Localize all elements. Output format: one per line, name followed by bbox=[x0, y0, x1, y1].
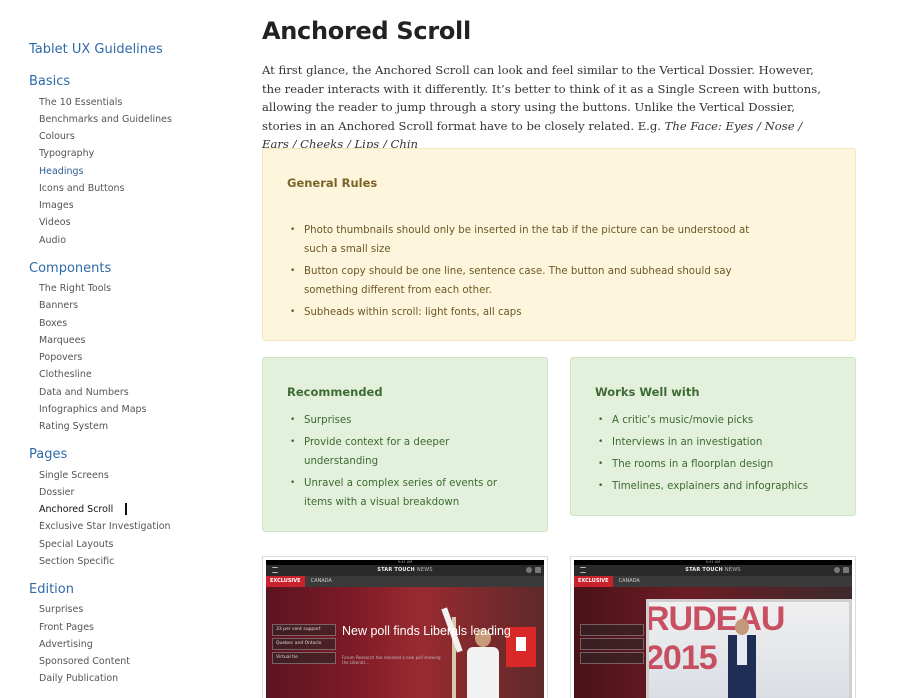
campaign-photo: RUDEAU 2015 bbox=[646, 599, 852, 698]
sidebar-item-colours[interactable]: Colours bbox=[39, 131, 75, 142]
hero-photo: 33 per cent support Quebec and Ontario V… bbox=[266, 587, 544, 698]
sidebar-item-images[interactable]: Images bbox=[39, 200, 74, 211]
recommended-box: Recommended Surprises Provide context fo… bbox=[262, 357, 548, 532]
tablet-screen: 9:41 AM STAR TOUCH NEWS EXCLUSIVE CANADA … bbox=[574, 560, 852, 698]
sidebar-item-front-pages[interactable]: Front Pages bbox=[39, 622, 94, 633]
sidebar-section-pages[interactable]: Pages bbox=[29, 447, 67, 462]
example-screenshot-1[interactable]: 9:41 AM STAR TOUCH NEWS EXCLUSIVE CANADA … bbox=[262, 556, 548, 698]
sidebar-item-the-10-essentials[interactable]: The 10 Essentials bbox=[39, 97, 122, 108]
sidebar-section-basics[interactable]: Basics bbox=[29, 74, 70, 89]
anchor-button: 33 per cent support bbox=[272, 624, 336, 636]
general-rules-title: General Rules bbox=[287, 176, 378, 190]
list-item: Unravel a complex series of events or it… bbox=[287, 474, 517, 512]
sidebar-item-special-layouts[interactable]: Special Layouts bbox=[39, 539, 114, 550]
sidebar-item-daily-publication[interactable]: Daily Publication bbox=[39, 673, 118, 684]
tab-exclusive: EXCLUSIVE bbox=[266, 576, 305, 587]
list-item: A critic’s music/movie picks bbox=[595, 411, 845, 430]
list-item: Surprises bbox=[287, 411, 517, 430]
share-icon bbox=[843, 567, 849, 573]
general-rules-list: Photo thumbnails should only be inserted… bbox=[287, 221, 757, 325]
sidebar-item-infographics-and-maps[interactable]: Infographics and Maps bbox=[39, 404, 147, 415]
works-well-with-box: Works Well with A critic’s music/movie p… bbox=[570, 357, 856, 516]
sidebar-item-typography[interactable]: Typography bbox=[39, 148, 94, 159]
section-tabs: EXCLUSIVE CANADA bbox=[574, 576, 852, 587]
account-icon bbox=[526, 567, 532, 573]
app-title-suffix: NEWS bbox=[416, 567, 433, 573]
sidebar-item-rating-system[interactable]: Rating System bbox=[39, 421, 108, 432]
app-title-suffix: NEWS bbox=[724, 567, 741, 573]
list-item: Button copy should be one line, sentence… bbox=[287, 262, 757, 300]
tablet-screen: 9:41 AM STAR TOUCH NEWS EXCLUSIVE CANADA … bbox=[266, 560, 544, 698]
text-cursor-icon bbox=[125, 503, 127, 515]
sidebar-title-link[interactable]: Tablet UX Guidelines bbox=[29, 42, 163, 57]
share-icon bbox=[535, 567, 541, 573]
list-item: Subheads within scroll: light fonts, all… bbox=[287, 303, 757, 322]
sidebar-item-data-and-numbers[interactable]: Data and Numbers bbox=[39, 387, 129, 398]
sidebar-item-advertising[interactable]: Advertising bbox=[39, 639, 93, 650]
anchor-button bbox=[580, 638, 644, 650]
sidebar-item-marquees[interactable]: Marquees bbox=[39, 335, 85, 346]
hero-photo: RUDEAU 2015 bbox=[574, 587, 852, 698]
sidebar-item-benchmarks[interactable]: Benchmarks and Guidelines bbox=[39, 114, 172, 125]
anchor-buttons bbox=[580, 624, 644, 666]
list-item: Provide context for a deeper understandi… bbox=[287, 433, 517, 471]
recommended-list: Surprises Provide context for a deeper u… bbox=[287, 411, 517, 515]
sidebar-item-headings[interactable]: Headings bbox=[39, 166, 83, 177]
sidebar-item-videos[interactable]: Videos bbox=[39, 217, 71, 228]
sidebar-section-components[interactable]: Components bbox=[29, 261, 111, 276]
anchor-button bbox=[580, 652, 644, 664]
sidebar-item-section-specific[interactable]: Section Specific bbox=[39, 556, 114, 567]
sidebar-item-popovers[interactable]: Popovers bbox=[39, 352, 82, 363]
anchor-button bbox=[580, 624, 644, 636]
recommended-title: Recommended bbox=[287, 385, 383, 399]
tab-exclusive: EXCLUSIVE bbox=[574, 576, 613, 587]
list-item: Interviews in an investigation bbox=[595, 433, 845, 452]
app-bar: STAR TOUCH NEWS bbox=[266, 565, 544, 576]
menu-icon bbox=[272, 567, 278, 573]
list-item: Timelines, explainers and infographics bbox=[595, 477, 845, 496]
list-item: The rooms in a floorplan design bbox=[595, 455, 845, 474]
sidebar-section-edition[interactable]: Edition bbox=[29, 582, 74, 597]
sidebar-item-single-screens[interactable]: Single Screens bbox=[39, 470, 109, 481]
section-tabs: EXCLUSIVE CANADA bbox=[266, 576, 544, 587]
account-icon bbox=[834, 567, 840, 573]
sidebar-item-the-right-tools[interactable]: The Right Tools bbox=[39, 283, 111, 294]
menu-icon bbox=[580, 567, 586, 573]
anchor-button: Quebec and Ontario bbox=[272, 638, 336, 650]
sidebar-item-sponsored-content[interactable]: Sponsored Content bbox=[39, 656, 130, 667]
sidebar-item-surprises[interactable]: Surprises bbox=[39, 604, 83, 615]
sidebar-item-boxes[interactable]: Boxes bbox=[39, 318, 67, 329]
app-title: STAR TOUCH bbox=[377, 567, 415, 573]
works-well-with-list: A critic’s music/movie picks Interviews … bbox=[595, 411, 845, 499]
list-item: Photo thumbnails should only be inserted… bbox=[287, 221, 757, 259]
sidebar: Tablet UX Guidelines Basics The 10 Essen… bbox=[0, 0, 230, 697]
story-headline: New poll finds Liberals leading bbox=[342, 624, 511, 638]
story-subtext: Forum Research has released a new poll s… bbox=[342, 655, 441, 665]
general-rules-box: General Rules Photo thumbnails should on… bbox=[262, 148, 856, 341]
sidebar-item-banners[interactable]: Banners bbox=[39, 300, 78, 311]
works-well-with-title: Works Well with bbox=[595, 385, 700, 399]
tab-canada: CANADA bbox=[618, 578, 640, 584]
sidebar-item-anchored-scroll[interactable]: Anchored Scroll bbox=[39, 504, 113, 515]
sidebar-item-clothesline[interactable]: Clothesline bbox=[39, 369, 92, 380]
politician-figure bbox=[441, 607, 511, 698]
intro-paragraph: At first glance, the Anchored Scroll can… bbox=[262, 61, 828, 154]
sidebar-item-dossier[interactable]: Dossier bbox=[39, 487, 74, 498]
example-screenshot-2[interactable]: 9:41 AM STAR TOUCH NEWS EXCLUSIVE CANADA … bbox=[570, 556, 856, 698]
sidebar-item-exclusive-star-investigation[interactable]: Exclusive Star Investigation bbox=[39, 521, 171, 532]
tab-canada: CANADA bbox=[310, 578, 332, 584]
sidebar-item-icons-and-buttons[interactable]: Icons and Buttons bbox=[39, 183, 125, 194]
page-title: Anchored Scroll bbox=[262, 17, 471, 45]
sidebar-item-audio[interactable]: Audio bbox=[39, 235, 66, 246]
anchor-buttons: 33 per cent support Quebec and Ontario V… bbox=[272, 624, 336, 666]
app-bar: STAR TOUCH NEWS bbox=[574, 565, 852, 576]
anchor-button: Virtual tie bbox=[272, 652, 336, 664]
app-title: STAR TOUCH bbox=[685, 567, 723, 573]
